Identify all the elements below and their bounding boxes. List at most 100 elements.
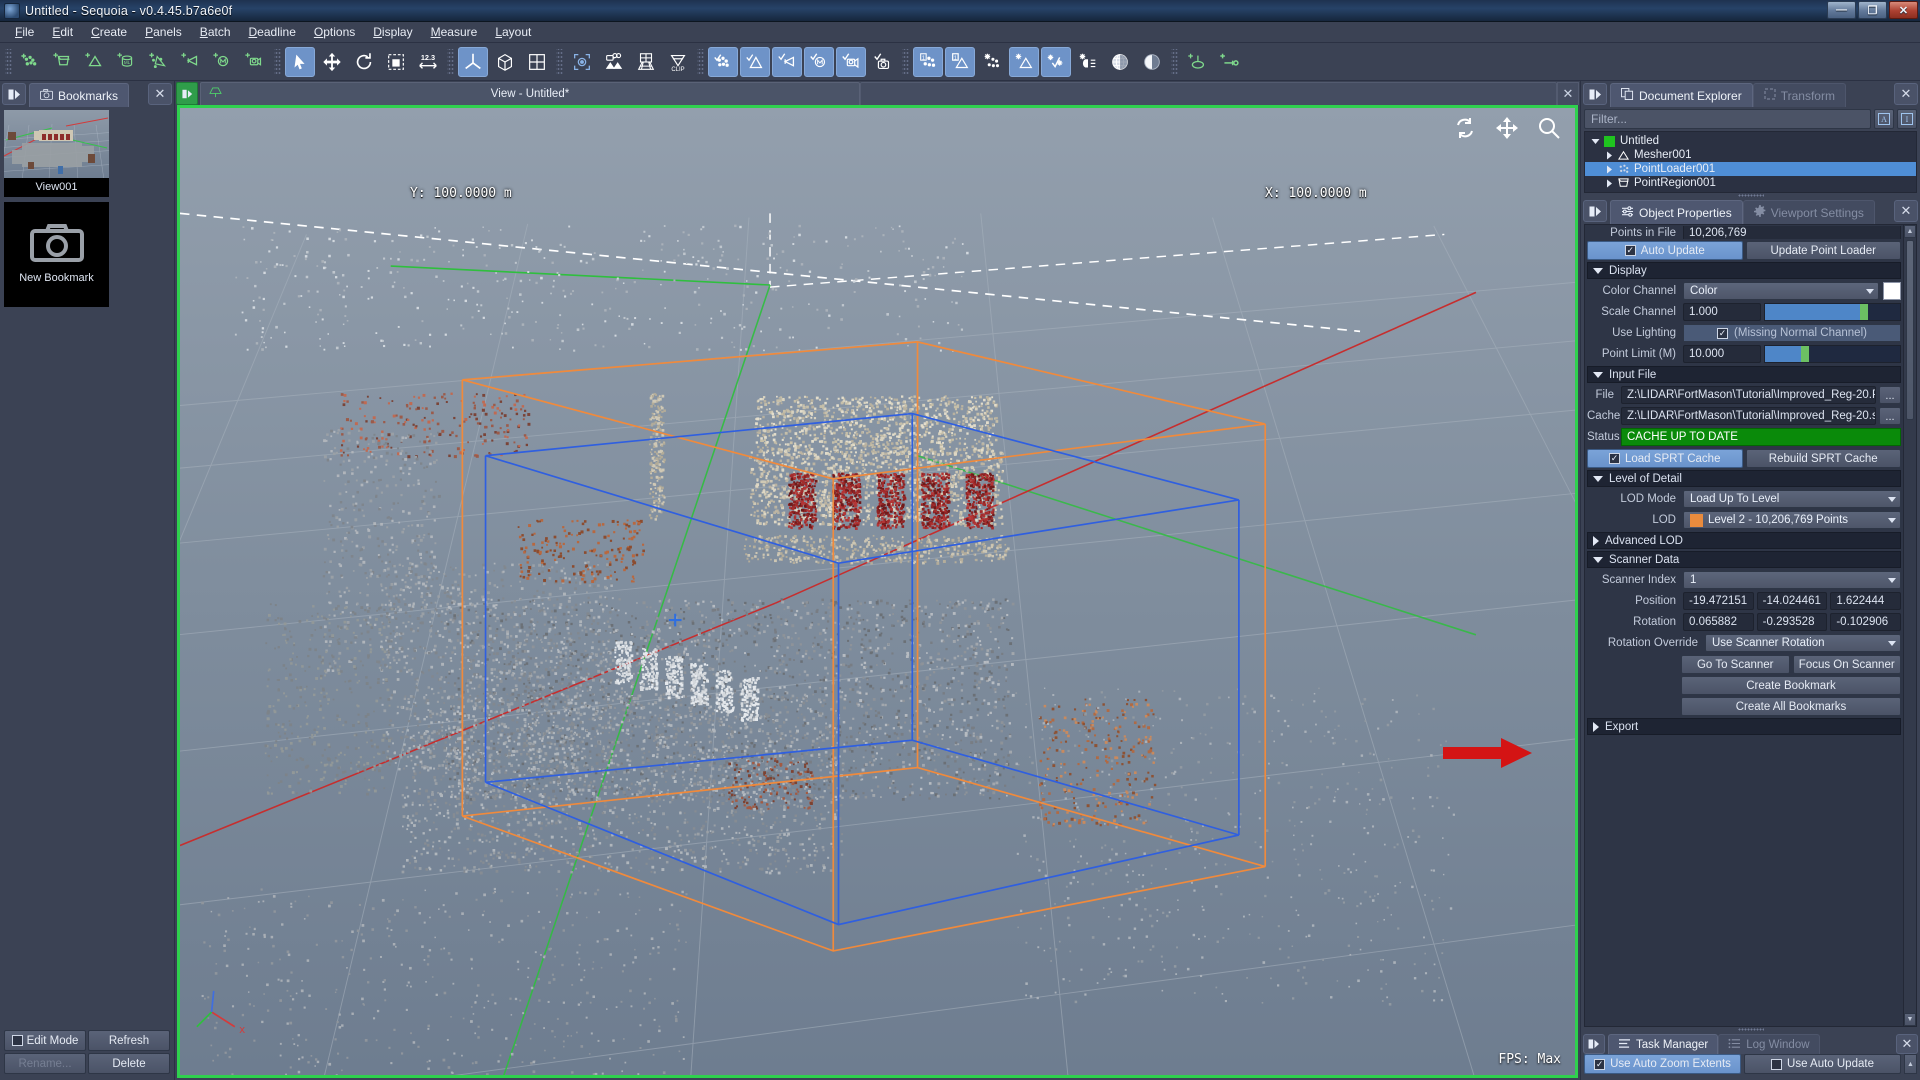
checkbox-icon[interactable]: ✓ — [1609, 453, 1620, 464]
tab-task-manager[interactable]: Task Manager — [1608, 1034, 1719, 1054]
menu-item-layout[interactable]: Layout — [486, 23, 540, 41]
focus-on-scanner-button[interactable]: Focus On Scanner — [1792, 655, 1901, 674]
scroll-thumb[interactable] — [1906, 240, 1914, 420]
tree-item-untitled[interactable]: Untitled — [1585, 134, 1916, 148]
minimize-button[interactable]: — — [1827, 1, 1856, 19]
menu-item-edit[interactable]: Edit — [43, 23, 82, 41]
menu-item-create[interactable]: Create — [82, 23, 136, 41]
file-browse-button[interactable]: ... — [1879, 386, 1901, 404]
scale-channel-value[interactable]: 1.000 — [1683, 303, 1761, 321]
axis-tripod-icon[interactable] — [458, 46, 488, 77]
zoom-view-icon[interactable] — [1537, 116, 1561, 145]
toolbar-grip[interactable] — [1171, 48, 1178, 75]
pin-icon[interactable] — [1583, 200, 1607, 222]
close-icon[interactable]: ✕ — [1896, 1034, 1918, 1054]
maximize-button[interactable]: ❐ — [1858, 1, 1887, 19]
menu-item-options[interactable]: Options — [305, 23, 364, 41]
scanner-icon[interactable] — [599, 47, 629, 77]
ortho-grid-icon[interactable] — [631, 47, 661, 77]
tree-item-pointloader001[interactable]: PointLoader001 — [1585, 162, 1916, 176]
menu-item-measure[interactable]: Measure — [422, 23, 487, 41]
rotate-icon[interactable] — [349, 47, 379, 77]
scene-tree[interactable]: Untitled Mesher001 PointLoader001 PointRegi… — [1584, 131, 1917, 193]
viewport-3d[interactable]: x Y: 100.0000 m X: 100.0000 m FPS: Max — [177, 105, 1578, 1078]
section-input-file[interactable]: Input File — [1587, 366, 1901, 383]
point-limit-slider[interactable] — [1764, 345, 1901, 363]
add-light-icon[interactable] — [176, 47, 206, 77]
select-arrow-icon[interactable] — [285, 46, 315, 77]
point-limit-value[interactable]: 10.000 — [1683, 345, 1761, 363]
add-ml-database-icon[interactable]: ML — [112, 47, 142, 77]
close-icon[interactable]: ✕ — [148, 83, 172, 105]
show-cameras-icon[interactable] — [836, 46, 866, 77]
chevron-down-icon[interactable] — [1589, 137, 1602, 146]
create-all-bookmarks-button[interactable]: Create All Bookmarks — [1681, 697, 1901, 716]
menu-item-panels[interactable]: Panels — [136, 23, 191, 41]
position-x-input[interactable]: -19.472151 — [1683, 592, 1754, 610]
show-lights-icon[interactable] — [772, 46, 802, 77]
bookmark-item-view001[interactable]: View001 — [4, 110, 109, 197]
show-bookmarks-icon[interactable] — [868, 47, 898, 77]
scale-icon[interactable] — [381, 47, 411, 77]
toolbar-grip[interactable] — [274, 48, 281, 75]
rebuild-sprt-cache-button[interactable]: Rebuild SPRT Cache — [1745, 449, 1901, 468]
rotation-x-input[interactable]: 0.065882 — [1683, 613, 1754, 631]
properties-scrollbar[interactable]: ▲ ▼ — [1903, 225, 1916, 1026]
bookmark-list[interactable]: View001 New Bookmark — [0, 107, 174, 1027]
chevron-right-icon[interactable] — [1603, 179, 1616, 188]
menu-item-deadline[interactable]: Deadline — [240, 23, 305, 41]
add-magma-icon[interactable] — [208, 47, 238, 77]
rotation-override-select[interactable]: Use Scanner Rotation — [1705, 634, 1901, 652]
section-level-of-detail[interactable]: Level of Detail — [1587, 470, 1901, 487]
grid-icon[interactable] — [522, 47, 552, 77]
window-controls[interactable]: — ❐ ✕ — [1827, 1, 1918, 19]
checkbox-icon[interactable] — [11, 1035, 23, 1046]
search-input[interactable]: Filter... — [1584, 109, 1871, 129]
edit-mode-toggle[interactable]: Edit Mode — [4, 1030, 86, 1051]
scanner-index-select[interactable]: 1 — [1683, 571, 1901, 589]
clip-icon[interactable]: CLIP — [663, 47, 693, 77]
toolbar-grip[interactable] — [5, 48, 12, 75]
add-ellipse-icon[interactable] — [1182, 47, 1212, 77]
render-mesh-icon[interactable]: 1 — [945, 46, 975, 77]
close-icon[interactable]: ✕ — [1894, 200, 1918, 222]
pin-icon[interactable] — [2, 83, 26, 105]
pin-icon[interactable] — [1583, 83, 1607, 105]
pin-icon[interactable] — [176, 82, 198, 105]
lod-select[interactable]: Level 2 - 10,206,769 Points — [1683, 511, 1901, 529]
tab-bookmarks[interactable]: Bookmarks — [29, 83, 130, 107]
add-points-icon[interactable] — [16, 47, 46, 77]
show-magma-icon[interactable] — [804, 46, 834, 77]
load-sprt-cache-toggle[interactable]: ✓ Load SPRT Cache — [1587, 449, 1743, 468]
update-point-loader-button[interactable]: Update Point Loader — [1745, 241, 1901, 260]
add-mesher-icon[interactable] — [80, 47, 110, 77]
rotation-z-input[interactable]: -0.102906 — [1830, 613, 1902, 631]
close-icon[interactable]: ✕ — [1894, 83, 1918, 105]
rename-button[interactable]: Rename... — [4, 1053, 86, 1074]
focus-target-icon[interactable] — [567, 47, 597, 77]
color-channel-select[interactable]: Color — [1683, 282, 1879, 300]
tool-bar[interactable]: ML 12.3 CLIP 1 1 — [0, 43, 1920, 81]
viewport-nav-icons[interactable] — [1453, 116, 1561, 145]
tab-viewport-settings[interactable]: Viewport Settings — [1742, 200, 1875, 224]
tab-object-properties[interactable]: Object Properties — [1610, 200, 1743, 224]
cache-browse-button[interactable]: ... — [1879, 407, 1901, 425]
measure-distance-icon[interactable]: 12.3 — [413, 47, 443, 77]
close-icon[interactable]: ✕ — [1557, 82, 1579, 105]
toolbar-grip[interactable] — [697, 48, 704, 75]
file-path-input[interactable]: Z:\LIDAR\FortMason\Tutorial\Improved_Reg… — [1621, 386, 1876, 404]
tab-document-explorer[interactable]: Document Explorer — [1610, 83, 1753, 107]
checkbox-icon[interactable]: ✓ — [1624, 245, 1636, 256]
rotation-y-input[interactable]: -0.293528 — [1756, 613, 1828, 631]
chevron-right-icon[interactable] — [1603, 151, 1616, 160]
add-particle-flow-icon[interactable] — [144, 47, 174, 77]
show-mesh-icon[interactable] — [740, 46, 770, 77]
menu-item-display[interactable]: Display — [364, 23, 421, 41]
section-advanced-lod[interactable]: Advanced LOD — [1587, 532, 1901, 549]
toolbar-grip[interactable] — [902, 48, 909, 75]
position-y-input[interactable]: -14.024461 — [1756, 592, 1828, 610]
close-button[interactable]: ✕ — [1889, 1, 1918, 19]
tab-transform[interactable]: Transform — [1752, 83, 1846, 107]
lod-mode-select[interactable]: Load Up To Level — [1683, 490, 1901, 508]
section-export[interactable]: Export — [1587, 718, 1901, 735]
